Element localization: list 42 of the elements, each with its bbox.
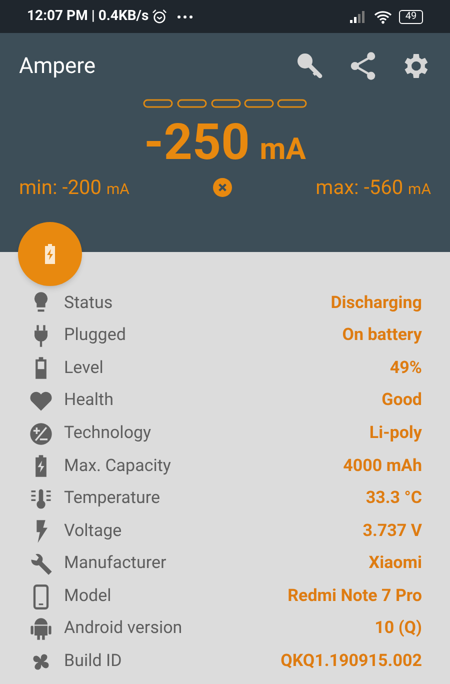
detail-label: Max. Capacity	[64, 454, 171, 478]
wifi-icon	[374, 10, 393, 24]
detail-value: 3.737 V	[362, 520, 422, 543]
detail-label: Android version	[64, 617, 182, 640]
detail-label: Technology	[64, 422, 152, 445]
detail-label: Manufacturer	[64, 552, 166, 576]
share-icon[interactable]	[349, 51, 377, 81]
detail-value: QKQ1.190915.002	[280, 650, 422, 674]
detail-value: 49%	[390, 356, 422, 380]
detail-label: Plugged	[64, 324, 126, 348]
detail-value: On battery	[342, 324, 422, 348]
detail-label: Temperature	[64, 487, 160, 510]
detail-label: Voltage	[64, 520, 122, 543]
detail-label: Health	[64, 389, 114, 412]
detail-value: Discharging	[330, 292, 422, 315]
reset-icon[interactable]	[213, 178, 232, 196]
app-title: Ampere	[19, 52, 96, 80]
android-icon	[28, 616, 54, 642]
detail-value: Xiaomi	[368, 552, 422, 576]
detail-value: 33.3 °C	[366, 487, 422, 510]
detail-value: Good	[382, 389, 422, 412]
min-reading: min: -200 mA	[19, 174, 130, 201]
detail-label: Level	[64, 356, 104, 380]
more-icon	[176, 14, 193, 18]
current-unit: mA	[260, 131, 306, 169]
battery-fab[interactable]	[18, 222, 82, 286]
key-icon[interactable]	[295, 51, 325, 81]
status-time: 12:07 PM | 0.4KB/s	[27, 7, 149, 26]
plus-minus-icon	[28, 420, 54, 447]
detail-label: Status	[64, 292, 113, 315]
detail-label: Build ID	[64, 650, 122, 674]
battery-indicator: 49	[399, 10, 423, 24]
alarm-icon	[152, 9, 167, 24]
detail-value: 10 (Q)	[374, 617, 422, 640]
detail-value: Li-poly	[369, 422, 422, 445]
max-reading: max: -560 mA	[316, 174, 431, 201]
battery-charging-icon	[44, 244, 56, 264]
current-value: -250	[144, 113, 250, 173]
signal-icon	[350, 10, 367, 22]
detail-label: Model	[64, 584, 112, 608]
detail-value: 4000 mAh	[343, 454, 422, 478]
detail-value: Redmi Note 7 Pro	[288, 584, 422, 608]
